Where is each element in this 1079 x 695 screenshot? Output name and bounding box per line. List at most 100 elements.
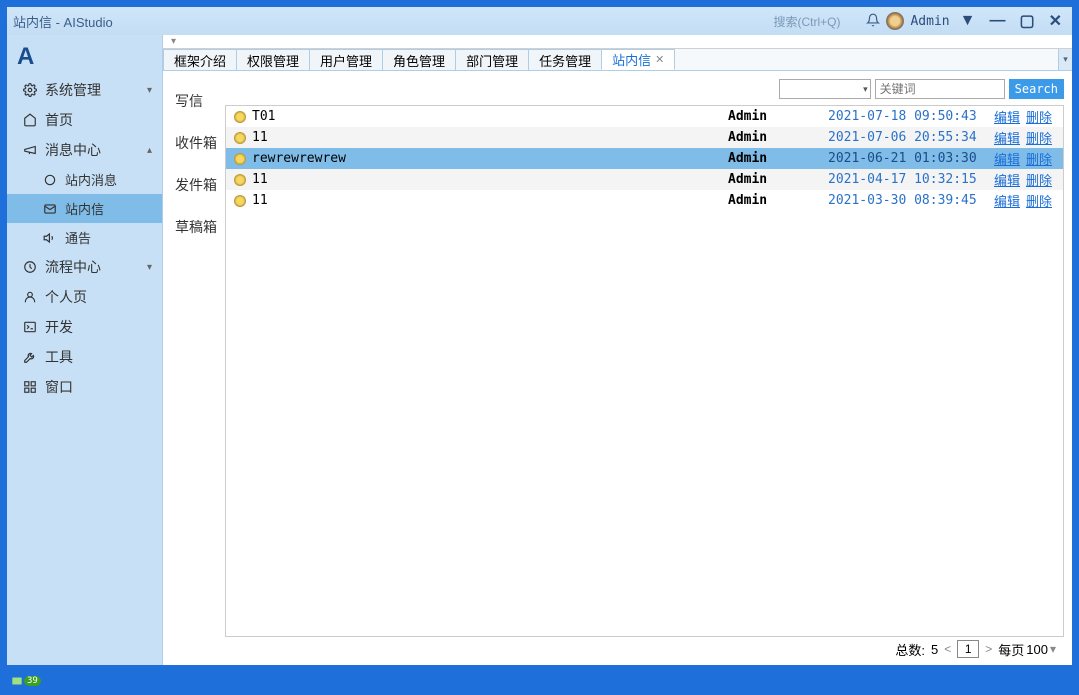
sidebar-item-10[interactable]: 窗口 [7,372,162,402]
tab-label: 任务管理 [539,51,591,70]
filter-dropdown[interactable]: ▾ [779,79,871,99]
chevron-icon: ▴ [147,145,152,156]
mail-item-icon [232,111,248,123]
avatar[interactable] [886,12,904,30]
sidebar-item-label: 通告 [65,228,91,247]
row-time: 2021-04-17 10:32:15 [828,172,988,187]
sidebar-item-0[interactable]: 系统管理▾ [7,75,162,105]
row-delete-link[interactable]: 删除 [1026,107,1052,126]
tabbar: 框架介绍权限管理 用户管理角色管理部门管理 任务管理 站内信 ✕ ▾ [163,49,1072,71]
sidebar-item-label: 站内消息 [65,170,117,189]
pager-total: 5 [931,642,938,657]
main-area: ▾ 框架介绍权限管理 用户管理角色管理部门管理 任务管理 站内信 ✕ ▾ 写信 收件箱 发… [162,35,1072,665]
sidebar-item-9[interactable]: 工具 [7,342,162,372]
minimize-button[interactable]: — [985,12,1009,30]
table-row[interactable]: T01Admin2021-07-18 09:50:43编辑删除 [226,106,1063,127]
row-delete-link[interactable]: 删除 [1026,128,1052,147]
mail-item-icon [232,153,248,165]
close-button[interactable]: ✕ [1045,11,1066,31]
row-edit-link[interactable]: 编辑 [994,191,1020,210]
row-author: Admin [728,193,828,208]
sidebar-item-6[interactable]: 流程中心 ▾ [7,252,162,282]
tab-2[interactable]: 用户管理 [309,49,383,70]
ribbon-quick[interactable]: ▾ [163,35,1072,49]
sidebar-item-label: 开发 [45,317,73,337]
bell-icon[interactable] [866,13,880,30]
logo[interactable]: A [7,39,162,75]
table-row[interactable]: 11Admin2021-04-17 10:32:15编辑删除 [226,169,1063,190]
pager-page-input[interactable] [957,640,979,658]
row-time: 2021-07-06 20:55:34 [828,130,988,145]
wrench-icon [21,350,39,364]
tab-overflow[interactable]: ▾ [1058,49,1072,70]
sidebar-item-label: 流程中心 [45,257,101,277]
table-row[interactable]: 11Admin2021-07-06 20:55:34 编辑删除 [226,127,1063,148]
row-edit-link[interactable]: 编辑 [994,128,1020,147]
tab-1[interactable]: 权限管理 [236,49,310,70]
sidebar-item-label: 个人页 [45,287,87,307]
folder-draft[interactable]: 草稿箱 [175,217,225,237]
tab-close-icon[interactable]: ✕ [655,53,664,66]
row-time: 2021-06-21 01:03:30 [828,151,988,166]
sidebar: A 系统管理▾ 首页消息中心▴ 站内消息站内信通告流程中心 ▾ 个人页开发工具窗口 [7,35,162,665]
clock-icon [21,260,39,274]
row-delete-link[interactable]: 删除 [1026,191,1052,210]
folder-inbox[interactable]: 收件箱 [175,133,225,153]
sidebar-item-4[interactable]: 站内信 [7,194,162,223]
table-row[interactable]: 11Admin2021-03-30 08:39:45编辑删除 [226,190,1063,211]
app-window: 站内信 - AIStudio 搜索(Ctrl+Q) Admin ▼ — ▢ ✕ … [7,7,1072,665]
tab-3[interactable]: 角色管理 [382,49,456,70]
sidebar-item-8[interactable]: 开发 [7,312,162,342]
row-title: 11 [248,130,728,145]
row-edit-link[interactable]: 编辑 [994,170,1020,189]
sidebar-item-2[interactable]: 消息中心▴ [7,135,162,165]
sidebar-item-label: 站内信 [65,199,104,218]
folder-sent[interactable]: 发件箱 [175,175,225,195]
home-icon [21,113,39,127]
sidebar-item-label: 窗口 [45,377,73,397]
row-delete-link[interactable]: 删除 [1026,170,1052,189]
dropdown-icon[interactable]: ▼ [956,12,980,30]
row-edit-link[interactable]: 编辑 [994,149,1020,168]
sidebar-item-3[interactable]: 站内消息 [7,165,162,194]
chevron-icon: ▾ [147,262,152,273]
folder-compose[interactable]: 写信 [175,91,225,111]
sidebar-item-label: 工具 [45,347,73,367]
row-title: rewrewrewrew [248,151,728,166]
pager-per-label: 每页 [998,640,1024,659]
circle-icon [41,173,59,187]
keyword-input[interactable] [875,79,1005,99]
row-author: Admin [728,130,828,145]
pager-prev[interactable]: < [944,642,951,656]
maximize-button[interactable]: ▢ [1015,11,1038,31]
user-name[interactable]: Admin [910,14,949,29]
tab-4[interactable]: 部门管理 [455,49,529,70]
table-row[interactable]: rewrewrewrewAdmin2021-06-21 01:03:30编辑删除 [226,148,1063,169]
row-author: Admin [728,109,828,124]
pager-per-dropdown[interactable]: ▾ [1050,642,1056,656]
sidebar-item-7[interactable]: 个人页 [7,282,162,312]
mail-icon [41,202,59,216]
tab-label: 站内信 [612,50,651,69]
tab-label: 用户管理 [320,51,372,70]
tab-0[interactable]: 框架介绍 [163,49,237,70]
tab-5[interactable]: 任务管理 [528,49,602,70]
pager-next[interactable]: > [985,642,992,656]
gear-icon [21,83,39,97]
sidebar-item-5[interactable]: 通告 [7,223,162,252]
tab-label: 部门管理 [466,51,518,70]
titlebar: 站内信 - AIStudio 搜索(Ctrl+Q) Admin ▼ — ▢ ✕ [7,7,1072,35]
row-edit-link[interactable]: 编辑 [994,107,1020,126]
search-hint[interactable]: 搜索(Ctrl+Q) [773,13,840,30]
taskbar-running-app[interactable]: 39 [10,674,41,688]
list-toolbar: ▾ Search [225,79,1064,99]
tab-6[interactable]: 站内信 ✕ [601,49,675,70]
sidebar-item-1[interactable]: 首页 [7,105,162,135]
row-delete-link[interactable]: 删除 [1026,149,1052,168]
row-author: Admin [728,172,828,187]
tab-label: 权限管理 [247,51,299,70]
message-grid: T01Admin2021-07-18 09:50:43编辑删除11Admin20… [225,105,1064,637]
sidebar-item-label: 首页 [45,110,73,130]
folder-list: 写信 收件箱 发件箱 草稿箱 [163,71,225,665]
search-button[interactable]: Search [1009,79,1064,99]
